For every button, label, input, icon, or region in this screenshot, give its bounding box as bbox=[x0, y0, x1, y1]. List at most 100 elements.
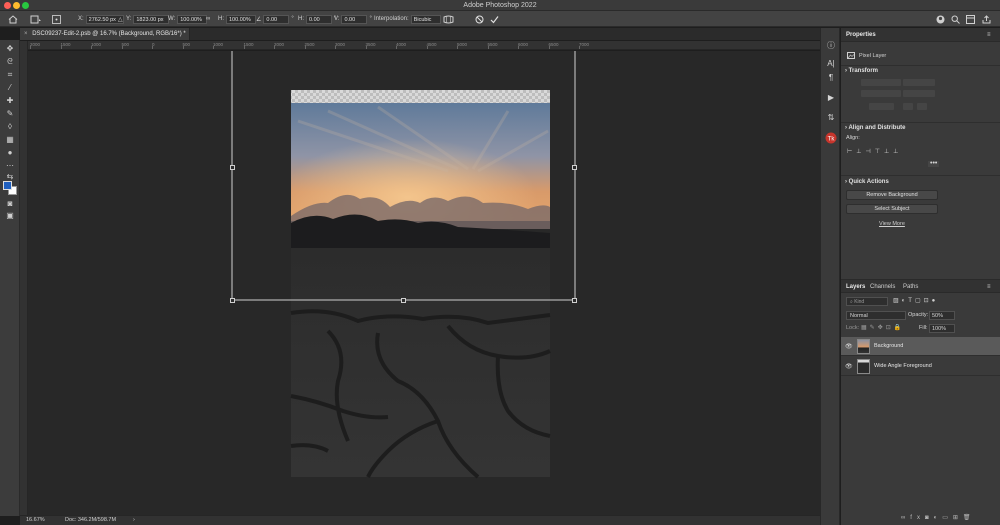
delete-layer-icon[interactable]: 🗑 bbox=[963, 515, 976, 521]
align-buttons[interactable]: ⊢⊥⊣⊤⊥⊥ bbox=[847, 148, 902, 155]
commit-transform-icon[interactable] bbox=[490, 14, 499, 24]
y-position-field[interactable]: 1823.00 px bbox=[133, 14, 170, 24]
search-icon: ⌕ bbox=[850, 299, 853, 305]
healing-brush-tool-icon[interactable]: ✚ bbox=[4, 95, 16, 106]
lock-icons[interactable]: ▦✎✥⊡🔒 bbox=[861, 324, 904, 331]
layers-footer-icons[interactable]: ∞fx◙◐▭⊞🗑 bbox=[901, 514, 976, 521]
fill-field[interactable]: 100% bbox=[929, 324, 955, 333]
ruler-tick-label: 5000 bbox=[457, 42, 468, 47]
move-tool-preset-icon[interactable] bbox=[30, 14, 42, 24]
kind-placeholder: Kind bbox=[854, 299, 865, 305]
align-title: Align and Distribute bbox=[848, 125, 906, 131]
ruler-tick-mark bbox=[426, 46, 428, 49]
new-layer-icon[interactable]: ⊞ bbox=[953, 515, 963, 521]
ruler-tick-mark bbox=[457, 46, 458, 49]
canvas-area[interactable] bbox=[28, 51, 820, 515]
reference-point-icon[interactable] bbox=[52, 14, 61, 24]
transform-section-header[interactable]: › Transform bbox=[845, 68, 878, 74]
right-panels: Properties ≡ Pixel Layer › Transform › A… bbox=[841, 28, 1000, 525]
new-group-icon[interactable]: ▭ bbox=[942, 515, 953, 521]
eye-icon[interactable]: 👁 bbox=[845, 363, 853, 370]
info-icon[interactable]: ⓘ bbox=[825, 40, 837, 52]
width-field[interactable]: 100.00% bbox=[177, 14, 208, 24]
opacity-field[interactable]: 50% bbox=[929, 311, 955, 320]
select-subject-button[interactable]: Select Subject bbox=[846, 204, 938, 214]
transform-handle-middle-right[interactable] bbox=[572, 165, 577, 170]
plugin-icon[interactable]: Tk bbox=[825, 132, 837, 144]
close-tab-icon[interactable]: × bbox=[24, 31, 28, 37]
eraser-tool-icon[interactable]: ◊ bbox=[4, 121, 16, 132]
play-actions-icon[interactable]: ▶ bbox=[825, 92, 837, 104]
layer-filter-kind[interactable]: ⌕ Kind bbox=[846, 297, 888, 306]
height-field[interactable]: 100.00% bbox=[226, 14, 256, 24]
layers-menu-icon[interactable]: ≡ bbox=[987, 280, 991, 294]
eye-icon[interactable]: 👁 bbox=[845, 343, 853, 350]
h-label: H: bbox=[218, 16, 224, 22]
gradient-tool-icon[interactable]: ▦ bbox=[4, 134, 16, 145]
cancel-transform-icon[interactable] bbox=[475, 14, 484, 24]
lasso-tool-icon[interactable]: ᘓ bbox=[4, 56, 16, 67]
layer-row-background[interactable]: 👁 Background bbox=[841, 337, 1000, 356]
adjustments-icon[interactable]: ⇅ bbox=[825, 112, 837, 124]
foreground-color-swatch[interactable] bbox=[3, 181, 12, 190]
eyedropper-tool-icon[interactable]: ⁄ bbox=[4, 82, 16, 93]
align-right-icon[interactable]: ⊣ bbox=[865, 149, 874, 155]
ruler-tick-label: 2500 bbox=[304, 42, 315, 47]
warp-mode-icon[interactable] bbox=[443, 14, 454, 24]
paragraph-icon[interactable]: ¶ bbox=[825, 72, 837, 84]
properties-tab[interactable]: Properties bbox=[846, 28, 876, 42]
workspace-icon[interactable] bbox=[966, 14, 975, 24]
rotation-angle-field[interactable]: 0.00 bbox=[263, 14, 290, 24]
ruler-tick-mark bbox=[30, 46, 31, 49]
ruler-tick-label: 1000 bbox=[213, 42, 224, 47]
dodge-tool-icon[interactable]: ● bbox=[4, 147, 16, 158]
constrain-proportions-icon[interactable]: ∞ bbox=[206, 14, 210, 24]
panel-menu-icon[interactable]: ≡ bbox=[987, 28, 991, 42]
status-bar: 16.67% Doc: 346.2M/598.7M › bbox=[20, 515, 820, 525]
align-left-icon[interactable]: ⊢ bbox=[847, 149, 856, 155]
transform-handle-bottom-center[interactable] bbox=[401, 298, 406, 303]
screen-mode-icon[interactable]: ▣ bbox=[4, 210, 16, 221]
zoom-level[interactable]: 16.67% bbox=[26, 516, 45, 525]
layers-tab[interactable]: Layers bbox=[846, 280, 865, 294]
home-icon[interactable] bbox=[8, 14, 18, 24]
view-more-link[interactable]: View More bbox=[879, 221, 905, 227]
add-mask-icon[interactable]: ◙ bbox=[925, 515, 934, 521]
quick-actions-header[interactable]: › Quick Actions bbox=[845, 179, 889, 185]
crop-tool-icon[interactable]: ⌗ bbox=[4, 69, 16, 80]
quick-mask-icon[interactable]: ◙ bbox=[4, 198, 16, 209]
channels-tab[interactable]: Channels bbox=[870, 280, 895, 294]
layer-filter-icons[interactable]: ▨◐T▢⊡● bbox=[893, 297, 938, 304]
interpolation-select[interactable]: Bicubic bbox=[410, 14, 441, 24]
search-icon[interactable] bbox=[951, 14, 960, 24]
move-tool-icon[interactable]: ✥ bbox=[4, 43, 16, 54]
document-canvas[interactable] bbox=[28, 51, 820, 515]
align-top-icon[interactable]: ⊤ bbox=[875, 149, 884, 155]
remove-background-button[interactable]: Remove Background bbox=[846, 190, 938, 200]
brush-tool-icon[interactable]: ✎ bbox=[4, 108, 16, 119]
cloud-documents-icon[interactable] bbox=[936, 14, 945, 24]
transform-handle-bottom-left[interactable] bbox=[230, 298, 235, 303]
status-menu-arrow[interactable]: › bbox=[133, 516, 135, 525]
transform-handle-bottom-right[interactable] bbox=[572, 298, 577, 303]
transform-handle-middle-left[interactable] bbox=[230, 165, 235, 170]
blend-mode-select[interactable]: Normal bbox=[846, 311, 906, 320]
ruler-tick-mark bbox=[518, 46, 519, 49]
document-tab[interactable]: × DSC09237-Edit-2.psb @ 16.7% (Backgroun… bbox=[20, 28, 190, 40]
align-bottom-icon[interactable]: ⊥ bbox=[893, 149, 902, 155]
align-section-header[interactable]: › Align and Distribute bbox=[845, 125, 905, 131]
properties-tab-bar: Properties ≡ bbox=[841, 28, 1000, 42]
align-middle-v-icon[interactable]: ⊥ bbox=[884, 149, 893, 155]
link-layers-icon[interactable]: ∞ bbox=[901, 515, 910, 521]
more-tools-icon[interactable]: ⋯ bbox=[4, 160, 16, 171]
layer-row-wide-angle-foreground[interactable]: 👁 Wide Angle Foreground bbox=[841, 357, 1000, 376]
character-icon[interactable]: A| bbox=[825, 58, 837, 70]
more-align-options-button[interactable]: ••• bbox=[928, 160, 940, 167]
horizontal-skew-field[interactable]: 0.00 bbox=[306, 14, 332, 24]
layer-style-icon[interactable]: fx bbox=[910, 515, 925, 521]
paths-tab[interactable]: Paths bbox=[903, 280, 918, 294]
link-icon[interactable]: △ bbox=[118, 14, 123, 24]
vertical-skew-field[interactable]: 0.00 bbox=[341, 14, 368, 24]
share-icon[interactable] bbox=[982, 14, 991, 24]
adjustment-layer-icon[interactable]: ◐ bbox=[934, 515, 943, 521]
